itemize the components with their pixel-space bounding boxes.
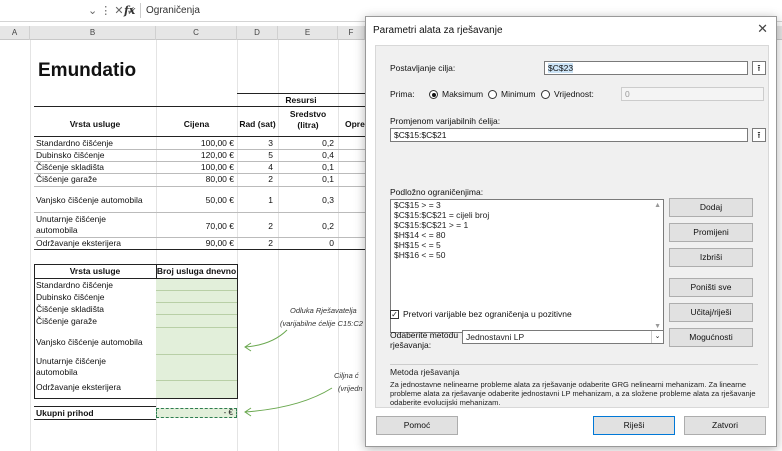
column-header-a[interactable]: A bbox=[0, 26, 30, 40]
target-arrow bbox=[244, 387, 333, 413]
solver-dialog: Parametri alata za rješavanje ✕ Postavlj… bbox=[365, 16, 777, 447]
add-button[interactable]: Dodaj bbox=[669, 198, 753, 217]
close-button[interactable]: Zatvori bbox=[684, 416, 766, 435]
to-label: Prima: bbox=[390, 89, 415, 99]
max-radio[interactable] bbox=[429, 90, 438, 99]
changing-label: Promjenom varijabilnih ćelija: bbox=[390, 116, 501, 126]
list-item[interactable]: $H$14 < = 80 bbox=[391, 230, 663, 240]
list-item[interactable]: $C$15:$C$21 > = 1 bbox=[391, 220, 663, 230]
objective-value: $C$23 bbox=[548, 63, 574, 73]
close-icon[interactable]: ✕ bbox=[757, 21, 768, 37]
collapse-ref-icon[interactable]: ⭱ bbox=[752, 128, 766, 142]
delete-button[interactable]: Izbriši bbox=[669, 248, 753, 267]
method-label: Odaberite metodu rješavanja: bbox=[390, 330, 459, 350]
formula-input[interactable]: Ograničenja bbox=[146, 5, 200, 16]
value-label: Vrijednost: bbox=[554, 89, 594, 99]
solver-panel: Postavljanje cilja: $C$23 ⭱ Prima: Maksi… bbox=[375, 45, 769, 408]
column-header-d[interactable]: D bbox=[237, 26, 278, 40]
collapse-ref-icon[interactable]: ⭱ bbox=[752, 61, 766, 75]
help-button[interactable]: Pomoć bbox=[376, 416, 458, 435]
change-button[interactable]: Promijeni bbox=[669, 223, 753, 242]
chevron-down-icon[interactable]: ⌄ bbox=[651, 331, 663, 343]
formula-bar-separator bbox=[140, 3, 141, 18]
decision-arrow bbox=[244, 329, 288, 348]
value-radio[interactable] bbox=[541, 90, 550, 99]
load-save-button[interactable]: Učitaj/riješi bbox=[669, 303, 753, 322]
list-item[interactable]: $H$16 < = 50 bbox=[391, 250, 663, 260]
column-header-c[interactable]: C bbox=[156, 26, 237, 40]
solve-button[interactable]: Riješi bbox=[593, 416, 675, 435]
reset-all-button[interactable]: Poništi sve bbox=[669, 278, 753, 297]
list-item[interactable]: $H$15 < = 5 bbox=[391, 240, 663, 250]
arrows-overlay bbox=[244, 329, 333, 417]
column-header-f[interactable]: F bbox=[338, 26, 365, 40]
objective-input[interactable]: $C$23 bbox=[544, 61, 748, 75]
max-label: Maksimum bbox=[442, 89, 484, 99]
min-radio[interactable] bbox=[488, 90, 497, 99]
changing-cells-input[interactable]: $C$15:$C$21 bbox=[390, 128, 748, 142]
method-select[interactable]: Jednostavni LP ⌄ bbox=[462, 330, 664, 344]
column-header-b[interactable]: B bbox=[30, 26, 156, 40]
options-button[interactable]: Mogućnosti bbox=[669, 328, 753, 347]
method-group-title: Metoda rješavanja bbox=[390, 367, 460, 377]
dialog-title: Parametri alata za rješavanje bbox=[373, 25, 503, 36]
method-groupbox: Metoda rješavanja Za jednostavne nelinea… bbox=[390, 364, 758, 407]
method-value: Jednostavni LP bbox=[466, 332, 525, 342]
min-label: Minimum bbox=[501, 89, 536, 99]
list-item[interactable]: $C$15 > = 3 bbox=[391, 200, 663, 210]
fx-icon[interactable]: fx bbox=[124, 4, 135, 17]
method-group-text: Za jednostavne nelinearne probleme alata… bbox=[390, 380, 756, 407]
list-item[interactable]: $C$15:$C$21 = cijeli broj bbox=[391, 210, 663, 220]
scroll-down-icon[interactable]: ▼ bbox=[654, 323, 661, 330]
constraints-label: Podložno ograničenjima: bbox=[390, 187, 484, 197]
nonnegative-checkbox[interactable]: ✓ bbox=[390, 310, 399, 319]
column-header-e[interactable]: E bbox=[278, 26, 338, 40]
objective-label: Postavljanje cilja: bbox=[390, 63, 456, 73]
value-of-input[interactable]: 0 bbox=[621, 87, 764, 101]
nonnegative-label: Pretvori varijable bez ograničenja u poz… bbox=[403, 309, 572, 319]
scroll-up-icon[interactable]: ▲ bbox=[654, 202, 661, 209]
